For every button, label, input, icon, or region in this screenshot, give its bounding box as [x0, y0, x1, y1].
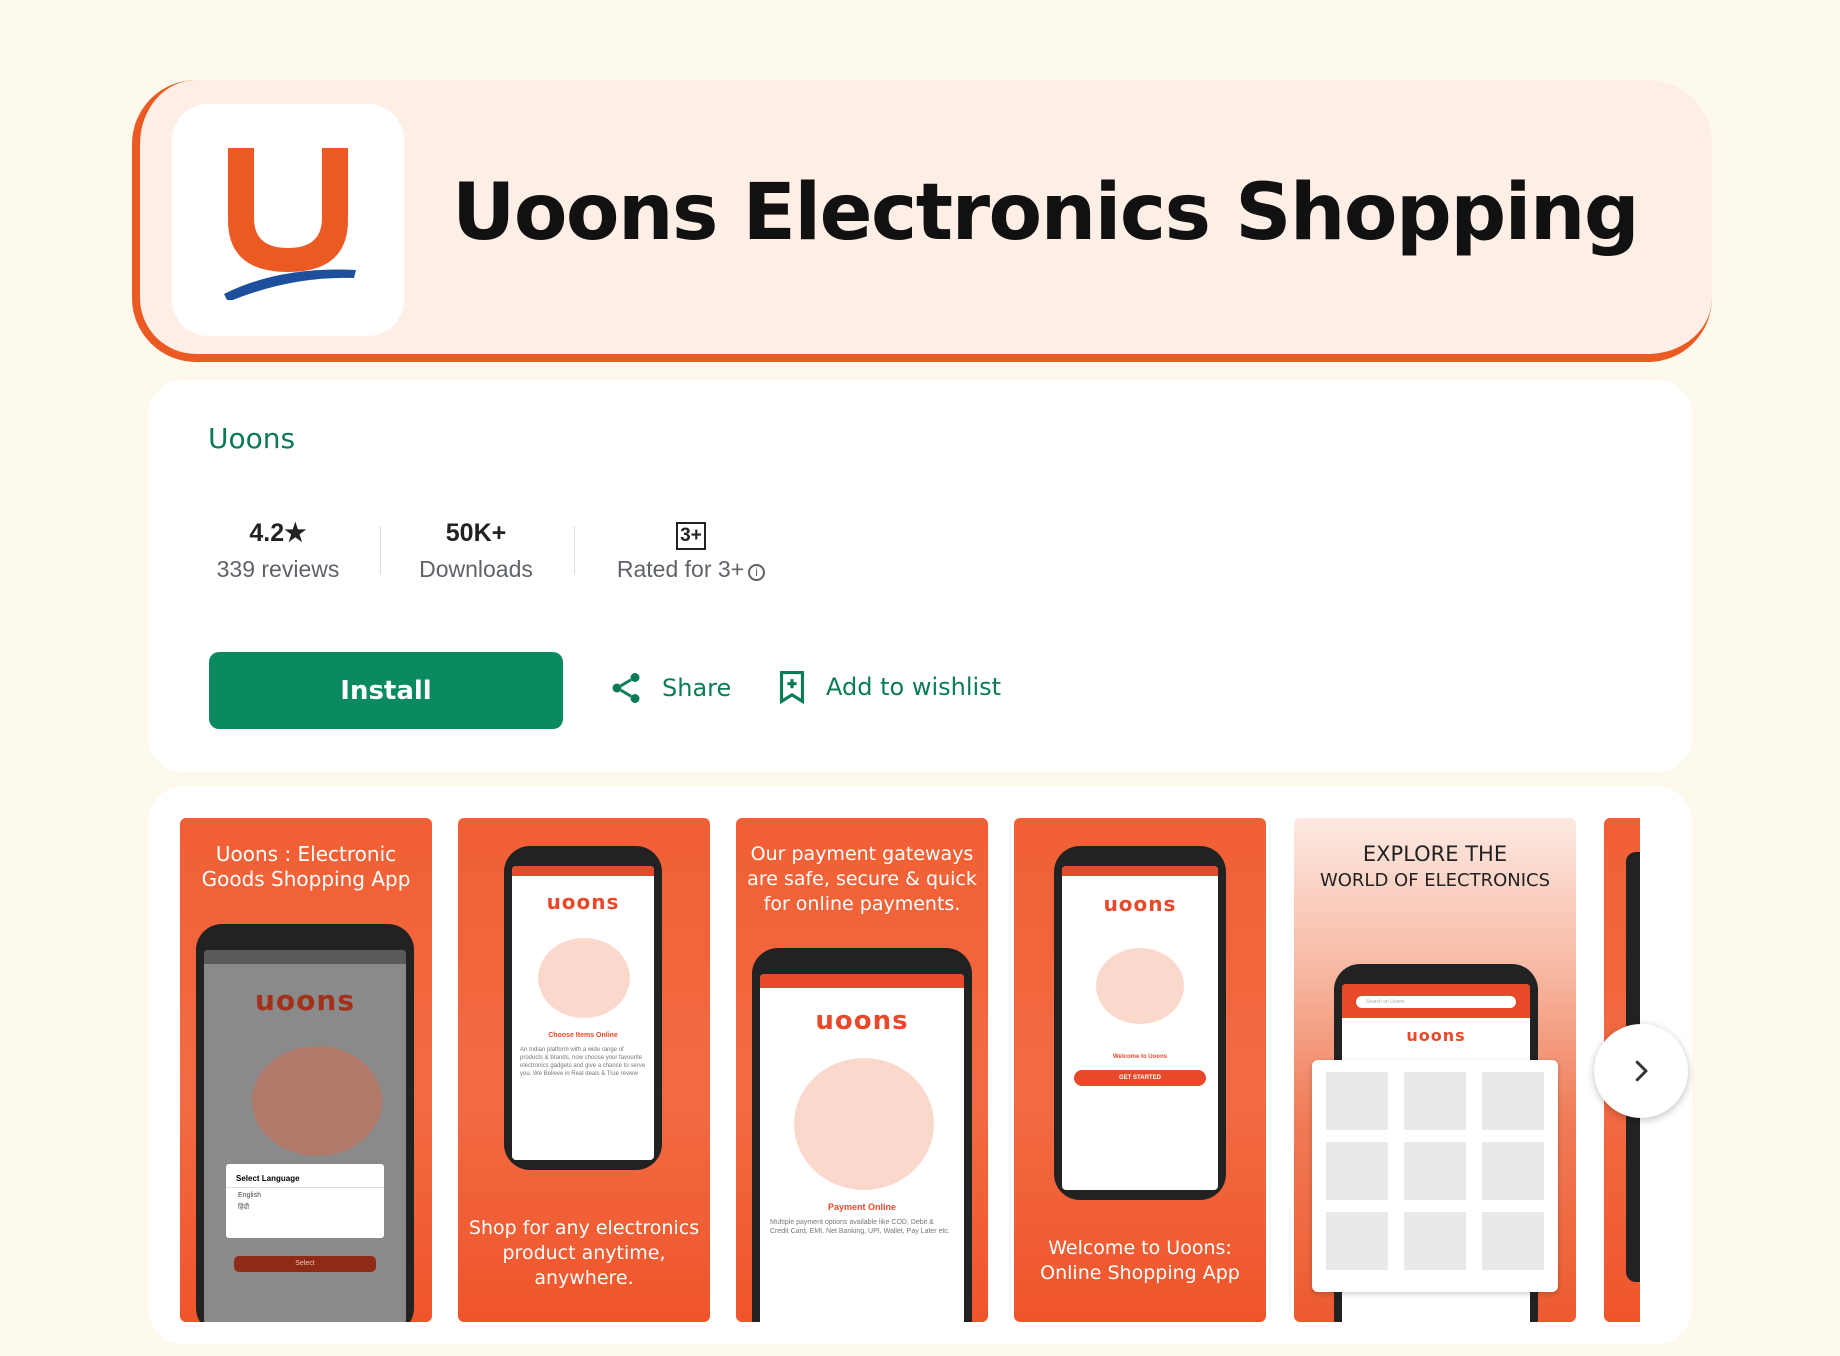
app-brand-logo: uoons [1406, 1026, 1466, 1045]
downloads-stat: 50K+ Downloads [412, 516, 540, 583]
stat-divider [380, 526, 381, 574]
product-thumbnail [1326, 1072, 1388, 1130]
screen-title: Choose Items Online [548, 1032, 618, 1039]
chevron-right-icon [1635, 1060, 1648, 1082]
stat-divider [574, 526, 575, 574]
screenshot-3[interactable]: Our payment gateways are safe, secure & … [736, 818, 988, 1322]
app-brand-logo: uoons [815, 1006, 909, 1036]
screenshot-caption: EXPLORE THE [1362, 842, 1508, 866]
rating-stat: 4.2★ 339 reviews [208, 516, 348, 583]
screenshot-5[interactable]: EXPLORE THE WORLD OF ELECTRONICS uoons S… [1294, 818, 1576, 1322]
wishlist-label: Add to wishlist [826, 673, 1002, 701]
get-started-button: GET STARTED [1074, 1070, 1206, 1086]
screenshot-caption: Shop for any electronics product anytime… [468, 1217, 700, 1289]
language-option: English [238, 1192, 261, 1199]
search-bar: Search on Uoons [1356, 996, 1516, 1008]
screen-text: An Indian platform with a wide range of … [520, 1047, 646, 1077]
uoons-logo-icon [224, 148, 356, 300]
app-title: Uoons Electronics Shopping [452, 168, 1640, 258]
phone-mockup: uoons Choose Items Online An Indian plat… [504, 846, 662, 1170]
carousel-next-button[interactable] [1594, 1024, 1688, 1118]
content-rating-badge: 3+ [676, 522, 706, 550]
dialog-title: Select Language [226, 1164, 384, 1188]
product-thumbnail [1482, 1072, 1544, 1130]
product-thumbnail [1482, 1212, 1544, 1270]
screenshot-caption: Our payment gateways are safe, secure & … [747, 843, 977, 915]
add-to-wishlist-button[interactable]: Add to wishlist [776, 670, 1001, 704]
reviews-count[interactable]: 339 reviews [208, 556, 348, 583]
app-brand-logo: uoons [546, 890, 620, 914]
screenshot-caption: Welcome to Uoons: Online Shopping App [1040, 1237, 1240, 1284]
phone-mockup: uoons Select Language English हिंदी Sele… [196, 924, 414, 1322]
developer-link[interactable]: Uoons [208, 422, 295, 455]
phone-mockup: uoons Payment Online Multiple payment op… [752, 948, 972, 1322]
share-label: Share [662, 674, 732, 702]
share-button[interactable]: Share [608, 670, 731, 706]
content-rating-stat: 3+ Rated for 3+ i [610, 516, 772, 583]
screen-title: Payment Online [827, 1202, 897, 1212]
screen-title: Welcome to Uoons [1113, 1054, 1167, 1060]
screenshot-2[interactable]: uoons Choose Items Online An Indian plat… [458, 818, 710, 1322]
content-rating-label: Rated for 3+ [616, 556, 745, 582]
select-button: Select [234, 1256, 376, 1272]
screenshot-caption: Uoons : Electronic Goods Shopping App [201, 842, 411, 891]
product-thumbnail [1326, 1212, 1388, 1270]
info-icon[interactable]: i [748, 564, 766, 581]
product-thumbnail [1404, 1072, 1466, 1130]
install-button[interactable]: Install [209, 652, 563, 729]
downloads-value: 50K+ [445, 519, 507, 547]
screenshot-1[interactable]: Uoons : Electronic Goods Shopping App uo… [180, 818, 432, 1322]
screen-text: Multiple payment options available like … [770, 1219, 950, 1235]
rating-value: 4.2★ [249, 519, 307, 547]
bookmark-add-icon [779, 671, 805, 704]
product-thumbnail [1404, 1142, 1466, 1200]
app-brand-logo: uoons [1103, 892, 1177, 916]
language-option: हिंदी [238, 1204, 250, 1211]
product-thumbnail [1326, 1142, 1388, 1200]
screenshot-4[interactable]: uoons Welcome to Uoons GET STARTED Welco… [1014, 818, 1266, 1322]
app-icon [172, 104, 404, 336]
phone-mockup: uoons Welcome to Uoons GET STARTED [1054, 846, 1226, 1200]
share-icon [612, 673, 640, 703]
product-grid [1312, 1060, 1558, 1292]
app-brand-logo: uoons [254, 984, 355, 1017]
product-thumbnail [1404, 1212, 1466, 1270]
product-thumbnail [1482, 1142, 1544, 1200]
downloads-label: Downloads [419, 556, 533, 582]
screenshot-caption: WORLD OF ELECTRONICS [1319, 870, 1551, 891]
